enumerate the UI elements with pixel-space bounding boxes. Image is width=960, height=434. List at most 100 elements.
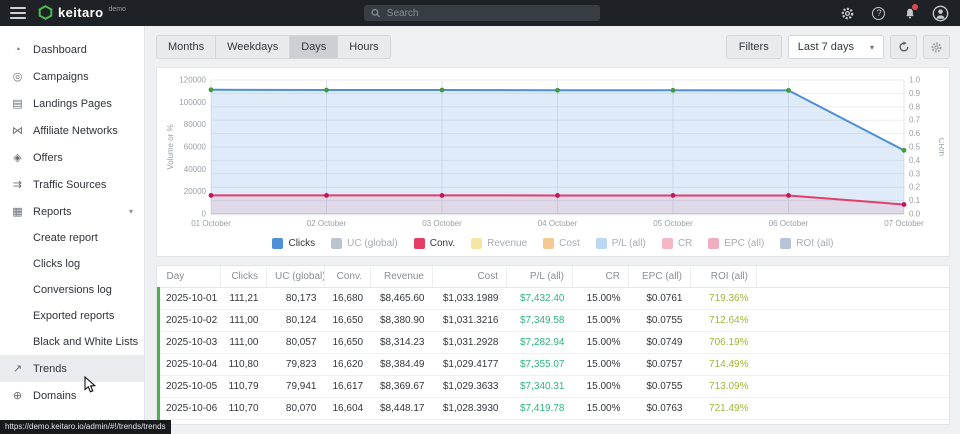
table-row[interactable]: 2025-10-04110,8079,82316,620$8,384.49$1,… xyxy=(159,353,950,375)
sidebar-item-black-white-lists[interactable]: Black and White Lists xyxy=(0,329,144,355)
sidebar-item-affiliate-networks[interactable]: ⋈Affiliate Networks xyxy=(0,117,144,144)
legend-item[interactable]: P/L (all) xyxy=(596,238,646,249)
cell-cr xyxy=(573,419,629,425)
column-header[interactable]: Conv. xyxy=(325,266,371,287)
sidebar-item-dashboard[interactable]: ◔Dashboard xyxy=(0,36,144,63)
legend-item[interactable]: Revenue xyxy=(471,238,527,249)
sidebar-item-create-report[interactable]: Create report xyxy=(0,225,144,251)
table-row[interactable]: 2025-10-07 xyxy=(159,419,950,425)
main-content: MonthsWeekdaysDaysHours Filters Last 7 d… xyxy=(146,26,960,434)
column-header[interactable]: Clicks xyxy=(221,266,267,287)
legend-item[interactable]: CR xyxy=(662,238,692,249)
trends-chart-svg[interactable]: 0.00.10.20.30.40.50.60.70.80.91.00200004… xyxy=(163,72,944,230)
table-header-row: DayClicksUC (global)Conv.RevenueCostP/L … xyxy=(159,266,950,287)
user-avatar[interactable] xyxy=(932,4,950,22)
cell-plall: $7,349.58 xyxy=(507,309,573,331)
cell-conv: 16,617 xyxy=(325,375,371,397)
reports-icon: ▦ xyxy=(11,205,24,218)
sidebar-item-campaigns[interactable]: ◎Campaigns xyxy=(0,63,144,90)
column-header[interactable]: ROI (all) xyxy=(691,266,757,287)
sidebar-item-traffic-sources[interactable]: ⇉Traffic Sources xyxy=(0,171,144,198)
cell-plall: $7,282.94 xyxy=(507,331,573,353)
svg-text:1.0: 1.0 xyxy=(909,76,921,85)
cell-roiall: 721.49% xyxy=(691,397,757,419)
svg-text:100000: 100000 xyxy=(179,98,206,107)
help-icon[interactable]: ? xyxy=(870,4,888,22)
table-row[interactable]: 2025-10-06110,7080,07016,604$8,448.17$1,… xyxy=(159,397,950,419)
svg-text:05 October: 05 October xyxy=(653,219,693,228)
svg-text:40000: 40000 xyxy=(184,165,207,174)
legend-item[interactable]: ROI (all) xyxy=(780,238,833,249)
cell-cr: 15.00% xyxy=(573,331,629,353)
column-header[interactable]: CR xyxy=(573,266,629,287)
cell-cost: $1,031.2928 xyxy=(433,331,507,353)
tab-weekdays[interactable]: Weekdays xyxy=(216,35,290,59)
search-input[interactable] xyxy=(387,8,594,19)
svg-text:04 October: 04 October xyxy=(538,219,578,228)
menu-toggle-icon[interactable] xyxy=(10,7,26,19)
column-header[interactable]: Day xyxy=(159,266,221,287)
legend-item[interactable]: Cost xyxy=(543,238,580,249)
column-header[interactable]: EPC (all) xyxy=(629,266,691,287)
legend-label: P/L (all) xyxy=(612,238,646,249)
sidebar-item-clicks-log[interactable]: Clicks log xyxy=(0,251,144,277)
column-header[interactable]: UC (global) xyxy=(267,266,325,287)
tab-months[interactable]: Months xyxy=(156,35,216,59)
table-row[interactable]: 2025-10-02111,0080,12416,650$8,380.90$1,… xyxy=(159,309,950,331)
global-search[interactable] xyxy=(364,5,600,21)
legend-item[interactable]: EPC (all) xyxy=(708,238,764,249)
sidebar-item-conversions-log[interactable]: Conversions log xyxy=(0,277,144,303)
legend-swatch-icon xyxy=(543,238,554,249)
tab-days[interactable]: Days xyxy=(290,35,338,59)
cell-revenue: $8,448.17 xyxy=(371,397,433,419)
cell-conv: 16,650 xyxy=(325,331,371,353)
column-header[interactable]: Revenue xyxy=(371,266,433,287)
legend-swatch-icon xyxy=(708,238,719,249)
sidebar-item-label: Traffic Sources xyxy=(33,179,106,191)
gear-icon xyxy=(930,41,943,54)
sidebar-item-landings-pages[interactable]: ▤Landings Pages xyxy=(0,90,144,117)
table-row[interactable]: 2025-10-03111,0080,05716,650$8,314.23$1,… xyxy=(159,331,950,353)
column-header-filler xyxy=(757,266,950,287)
cell-epcall: $0.0755 xyxy=(629,309,691,331)
legend-swatch-icon xyxy=(331,238,342,249)
cell-plall: $7,432.40 xyxy=(507,287,573,309)
sidebar-item-label: Reports xyxy=(33,206,72,218)
filters-button[interactable]: Filters xyxy=(726,35,782,59)
legend-item[interactable]: Clicks xyxy=(272,238,315,249)
legend-item[interactable]: Conv. xyxy=(414,238,455,249)
refresh-button[interactable] xyxy=(890,35,917,59)
cell-plall xyxy=(507,419,573,425)
settings-gear-icon[interactable] xyxy=(839,4,857,22)
sidebar-item-reports[interactable]: ▦Reports▾ xyxy=(0,198,144,225)
date-range-select[interactable]: Last 7 days ▾ xyxy=(788,35,884,59)
notifications-bell-icon[interactable] xyxy=(901,4,919,22)
sidebar-item-trends[interactable]: ↗Trends xyxy=(0,355,144,382)
sidebar-item-domains[interactable]: ⊕Domains xyxy=(0,382,144,409)
legend-swatch-icon xyxy=(414,238,425,249)
legend-item[interactable]: UC (global) xyxy=(331,238,398,249)
cell-ucglobal xyxy=(267,419,325,425)
table-row[interactable]: 2025-10-05110,7979,94116,617$8,369.67$1,… xyxy=(159,375,950,397)
column-header[interactable]: P/L (all) xyxy=(507,266,573,287)
svg-text:0.8: 0.8 xyxy=(909,102,921,111)
offers-icon: ◈ xyxy=(11,151,24,164)
avatar-icon xyxy=(932,5,949,22)
cell-revenue: $8,465.60 xyxy=(371,287,433,309)
tab-hours[interactable]: Hours xyxy=(338,35,390,59)
svg-text:80000: 80000 xyxy=(184,120,207,129)
cell-ucglobal: 80,070 xyxy=(267,397,325,419)
svg-text:Volume or %: Volume or % xyxy=(166,124,175,169)
cell-cost: $1,033.1989 xyxy=(433,287,507,309)
sidebar-item-exported-reports[interactable]: Exported reports xyxy=(0,303,144,329)
date-range-value: Last 7 days xyxy=(798,41,854,53)
sidebar-item-offers[interactable]: ◈Offers xyxy=(0,144,144,171)
legend-label: EPC (all) xyxy=(724,238,764,249)
cell-cost: $1,031.3216 xyxy=(433,309,507,331)
column-header[interactable]: Cost xyxy=(433,266,507,287)
sidebar: ◔Dashboard◎Campaigns▤Landings Pages⋈Affi… xyxy=(0,26,145,434)
app-logo[interactable]: keitaro demo xyxy=(38,5,126,21)
table-row[interactable]: 2025-10-01111,2180,17316,680$8,465.60$1,… xyxy=(159,287,950,309)
chart-settings-button[interactable] xyxy=(923,35,950,59)
svg-text:120000: 120000 xyxy=(179,76,206,85)
